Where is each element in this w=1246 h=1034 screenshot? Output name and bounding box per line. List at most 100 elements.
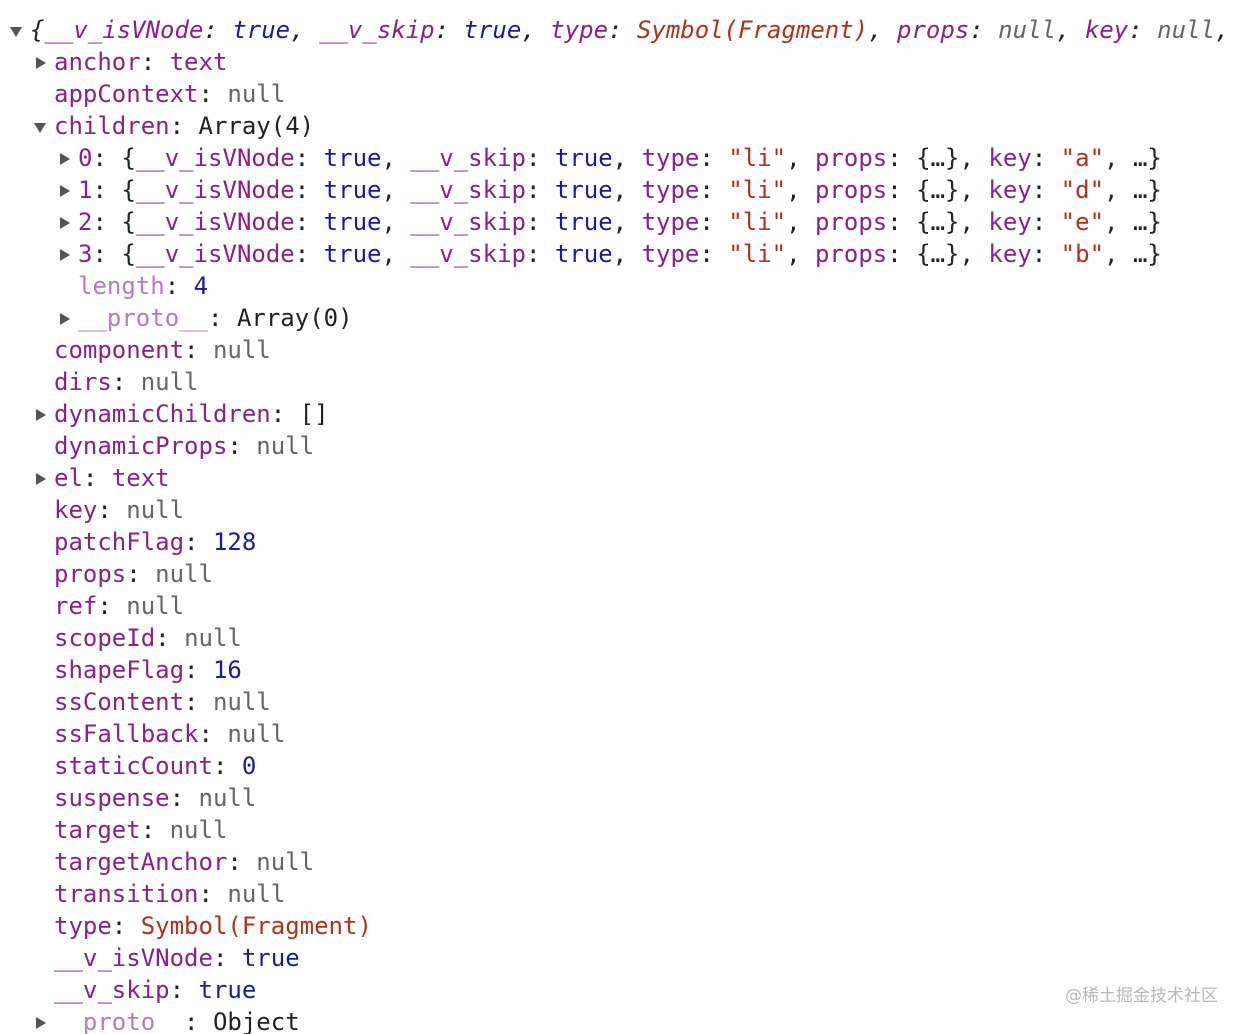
prop-row-dynamicChildren[interactable]: dynamicChildren: [] xyxy=(0,398,329,430)
prop-row-patchFlag: patchFlag: 128 xyxy=(54,528,257,556)
prop-row-v-skip: __v_skip: true xyxy=(54,976,257,1004)
prop-key: transition xyxy=(54,880,199,908)
prop-key: type xyxy=(54,912,112,940)
expand-triangle-icon[interactable] xyxy=(36,473,46,485)
prop-row-dirs: dirs: null xyxy=(54,368,199,396)
prop-key: target xyxy=(54,816,141,844)
expand-triangle-icon[interactable] xyxy=(60,185,70,197)
prop-value: true xyxy=(241,944,300,972)
prop-key: length xyxy=(78,272,165,300)
prop-value: 0 xyxy=(241,752,257,780)
prop-value: null xyxy=(155,560,213,588)
devtools-console-object-tree: {__v_isVNode: true, __v_skip: true, type… xyxy=(0,0,1246,1034)
prop-key: patchFlag xyxy=(54,528,185,556)
prop-row-type: type: Symbol(Fragment) xyxy=(54,912,372,940)
child-index: 2 xyxy=(78,208,93,236)
child-item-row[interactable]: 2: {__v_isVNode: true, __v_skip: true, t… xyxy=(0,206,1162,238)
prop-row-staticCount: staticCount: 0 xyxy=(54,752,257,780)
prop-value: null xyxy=(169,816,228,844)
prop-row-transition: transition: null xyxy=(54,880,286,908)
prop-key: scopeId xyxy=(54,624,156,652)
prop-row-suspense: suspense: null xyxy=(54,784,257,812)
prop-key: __proto__ xyxy=(78,304,209,332)
prop-value: Symbol(Fragment) xyxy=(140,912,372,940)
prop-value: null xyxy=(126,592,185,620)
prop-key: ssFallback xyxy=(54,720,199,748)
collapse-triangle-icon[interactable] xyxy=(34,123,46,133)
children-proto-row[interactable]: __proto__: Array(0) xyxy=(0,302,353,334)
prop-value: 16 xyxy=(212,656,242,684)
prop-key: props xyxy=(54,560,127,588)
prop-row-ref: ref: null xyxy=(54,592,185,620)
prop-key: suspense xyxy=(54,784,170,812)
prop-key: children xyxy=(54,112,170,140)
expand-triangle-icon[interactable] xyxy=(60,153,70,165)
prop-row-children[interactable]: children: Array(4) xyxy=(0,110,314,142)
prop-key: shapeFlag xyxy=(54,656,185,684)
child-item-row[interactable]: 3: {__v_isVNode: true, __v_skip: true, t… xyxy=(0,238,1162,270)
root-object-row[interactable]: {__v_isVNode: true, __v_skip: true, type… xyxy=(0,14,1246,46)
watermark: @稀土掘金技术社区 xyxy=(1065,986,1218,1006)
prop-key: dynamicChildren xyxy=(54,400,271,428)
prop-value: null xyxy=(140,368,199,396)
expand-triangle-icon[interactable] xyxy=(60,217,70,229)
prop-value: [] xyxy=(299,400,329,428)
prop-value: null xyxy=(227,880,286,908)
prop-value: null xyxy=(126,496,185,524)
prop-key: component xyxy=(54,336,185,364)
prop-value: null xyxy=(227,80,286,108)
prop-key: targetAnchor xyxy=(54,848,228,876)
prop-key: __proto__ xyxy=(54,1008,185,1034)
prop-value: 128 xyxy=(212,528,257,556)
prop-row-ssFallback: ssFallback: null xyxy=(54,720,286,748)
prop-row-target: target: null xyxy=(54,816,228,844)
expand-triangle-icon[interactable] xyxy=(60,313,70,325)
prop-value: Object xyxy=(212,1008,300,1034)
prop-row-props: props: null xyxy=(54,560,213,588)
child-index: 1 xyxy=(78,176,93,204)
prop-value: null xyxy=(212,336,271,364)
prop-value: true xyxy=(198,976,257,1004)
expand-triangle-icon[interactable] xyxy=(36,1017,46,1029)
prop-value: null xyxy=(184,624,242,652)
prop-row-dynamicProps: dynamicProps: null xyxy=(54,432,315,460)
prop-value: Array(0) xyxy=(236,304,353,332)
prop-key: key xyxy=(54,496,98,524)
prop-value: text xyxy=(111,464,170,492)
prop-key: ssContent xyxy=(54,688,185,716)
prop-value: Array(4) xyxy=(198,112,315,140)
prop-row-appContext: appContext: null xyxy=(54,80,286,108)
prop-key: dirs xyxy=(54,368,112,396)
prop-value: null xyxy=(198,784,257,812)
prop-row-component: component: null xyxy=(54,336,271,364)
prop-row-v-isVNode: __v_isVNode: true xyxy=(54,944,300,972)
prop-row-shapeFlag: shapeFlag: 16 xyxy=(54,656,242,684)
expand-triangle-icon[interactable] xyxy=(36,57,46,69)
prop-key: appContext xyxy=(54,80,199,108)
prop-key: ref xyxy=(54,592,98,620)
prop-row-anchor[interactable]: anchor: text xyxy=(0,46,227,78)
prop-value: null xyxy=(212,688,271,716)
child-item-row[interactable]: 1: {__v_isVNode: true, __v_skip: true, t… xyxy=(0,174,1162,206)
prop-row-key: key: null xyxy=(54,496,185,524)
root-summary: {__v_isVNode: true, __v_skip: true, type… xyxy=(30,16,1246,44)
children-length-row: length: 4 xyxy=(78,272,209,300)
child-index: 3 xyxy=(78,240,93,268)
prop-row-el[interactable]: el: text xyxy=(0,462,170,494)
prop-row-proto[interactable]: __proto__: Object xyxy=(0,1006,300,1034)
prop-row-ssContent: ssContent: null xyxy=(54,688,271,716)
prop-key: __v_skip xyxy=(54,976,170,1004)
expand-triangle-icon[interactable] xyxy=(36,409,46,421)
child-item-row[interactable]: 0: {__v_isVNode: true, __v_skip: true, t… xyxy=(0,142,1162,174)
prop-value: text xyxy=(169,48,228,76)
prop-value: 4 xyxy=(193,272,209,300)
collapse-triangle-icon[interactable] xyxy=(10,27,22,37)
prop-row-targetAnchor: targetAnchor: null xyxy=(54,848,315,876)
child-index: 0 xyxy=(78,144,93,172)
prop-key: dynamicProps xyxy=(54,432,228,460)
expand-triangle-icon[interactable] xyxy=(60,249,70,261)
prop-key: staticCount xyxy=(54,752,213,780)
prop-key: el xyxy=(54,464,83,492)
prop-key: anchor xyxy=(54,48,141,76)
prop-value: null xyxy=(256,432,315,460)
